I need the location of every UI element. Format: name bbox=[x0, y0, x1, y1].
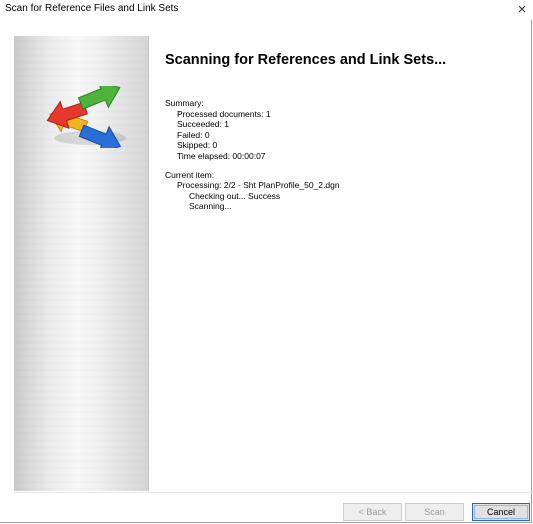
back-button[interactable]: < Back bbox=[343, 503, 402, 521]
page-title: Scanning for References and Link Sets... bbox=[165, 52, 447, 68]
time-elapsed-text: Time elapsed: 00:00:07 bbox=[177, 150, 266, 161]
scan-progress-panel: Summary: Processed documents: 1 Succeede… bbox=[165, 98, 340, 212]
processing-text: Processing: 2/2 - Sht PlanProfile_50_2.d… bbox=[177, 180, 340, 191]
title-bar: Scan for Reference Files and Link Sets × bbox=[0, 0, 533, 20]
summary-label: Summary: bbox=[165, 98, 204, 108]
succeeded-text: Succeeded: 1 bbox=[177, 119, 229, 130]
cancel-button[interactable]: Cancel bbox=[472, 503, 530, 521]
wizard-sidebar bbox=[14, 36, 149, 491]
four-way-arrows-icon bbox=[46, 86, 126, 148]
button-bar-divider bbox=[14, 492, 532, 493]
scan-dialog: Scan for Reference Files and Link Sets × bbox=[0, 0, 533, 523]
current-item-label: Current item: bbox=[165, 169, 215, 180]
close-icon[interactable]: × bbox=[513, 0, 531, 20]
scan-button[interactable]: Scan bbox=[405, 503, 464, 521]
processed-documents-text: Processed documents: 1 bbox=[177, 108, 271, 119]
checking-out-text: Checking out... Success bbox=[189, 190, 281, 201]
failed-text: Failed: 0 bbox=[177, 129, 210, 140]
skipped-text: Skipped: 0 bbox=[177, 140, 218, 151]
scanning-text: Scanning... bbox=[189, 201, 232, 212]
window-title: Scan for Reference Files and Link Sets bbox=[5, 3, 179, 14]
